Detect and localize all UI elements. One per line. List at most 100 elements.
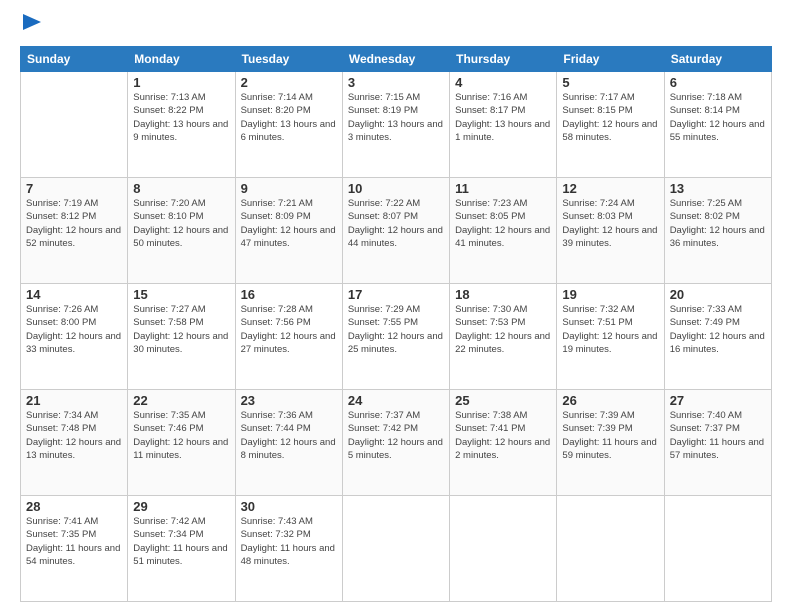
calendar-week-row: 14 Sunrise: 7:26 AM Sunset: 8:00 PM Dayl… bbox=[21, 284, 772, 390]
calendar-cell: 25 Sunrise: 7:38 AM Sunset: 7:41 PM Dayl… bbox=[450, 390, 557, 496]
sunset-text: Sunset: 8:10 PM bbox=[133, 211, 203, 222]
daylight-text: Daylight: 12 hours and 19 minutes. bbox=[562, 331, 657, 355]
calendar-cell: 23 Sunrise: 7:36 AM Sunset: 7:44 PM Dayl… bbox=[235, 390, 342, 496]
sunset-text: Sunset: 7:35 PM bbox=[26, 529, 96, 540]
sunrise-text: Sunrise: 7:34 AM bbox=[26, 410, 98, 421]
daylight-text: Daylight: 13 hours and 9 minutes. bbox=[133, 119, 228, 143]
sunrise-text: Sunrise: 7:38 AM bbox=[455, 410, 527, 421]
calendar-cell bbox=[450, 496, 557, 602]
calendar-cell: 4 Sunrise: 7:16 AM Sunset: 8:17 PM Dayli… bbox=[450, 72, 557, 178]
sunset-text: Sunset: 7:49 PM bbox=[670, 317, 740, 328]
day-info: Sunrise: 7:18 AM Sunset: 8:14 PM Dayligh… bbox=[670, 91, 766, 144]
sunrise-text: Sunrise: 7:36 AM bbox=[241, 410, 313, 421]
day-info: Sunrise: 7:33 AM Sunset: 7:49 PM Dayligh… bbox=[670, 303, 766, 356]
daylight-text: Daylight: 12 hours and 25 minutes. bbox=[348, 331, 443, 355]
sunrise-text: Sunrise: 7:41 AM bbox=[26, 516, 98, 527]
sunrise-text: Sunrise: 7:26 AM bbox=[26, 304, 98, 315]
day-number: 10 bbox=[348, 181, 444, 196]
day-info: Sunrise: 7:21 AM Sunset: 8:09 PM Dayligh… bbox=[241, 197, 337, 250]
day-number: 13 bbox=[670, 181, 766, 196]
day-number: 4 bbox=[455, 75, 551, 90]
header bbox=[20, 16, 772, 36]
sunset-text: Sunset: 8:12 PM bbox=[26, 211, 96, 222]
daylight-text: Daylight: 11 hours and 59 minutes. bbox=[562, 437, 656, 461]
daylight-text: Daylight: 12 hours and 47 minutes. bbox=[241, 225, 336, 249]
sunset-text: Sunset: 7:39 PM bbox=[562, 423, 632, 434]
calendar-cell: 27 Sunrise: 7:40 AM Sunset: 7:37 PM Dayl… bbox=[664, 390, 771, 496]
sunset-text: Sunset: 7:51 PM bbox=[562, 317, 632, 328]
day-info: Sunrise: 7:34 AM Sunset: 7:48 PM Dayligh… bbox=[26, 409, 122, 462]
calendar-cell: 12 Sunrise: 7:24 AM Sunset: 8:03 PM Dayl… bbox=[557, 178, 664, 284]
logo-text bbox=[20, 16, 41, 36]
daylight-text: Daylight: 12 hours and 44 minutes. bbox=[348, 225, 443, 249]
calendar-cell: 17 Sunrise: 7:29 AM Sunset: 7:55 PM Dayl… bbox=[342, 284, 449, 390]
weekday-header: Wednesday bbox=[342, 47, 449, 72]
calendar-cell: 13 Sunrise: 7:25 AM Sunset: 8:02 PM Dayl… bbox=[664, 178, 771, 284]
daylight-text: Daylight: 12 hours and 36 minutes. bbox=[670, 225, 765, 249]
sunrise-text: Sunrise: 7:15 AM bbox=[348, 92, 420, 103]
day-number: 9 bbox=[241, 181, 337, 196]
day-number: 12 bbox=[562, 181, 658, 196]
daylight-text: Daylight: 11 hours and 48 minutes. bbox=[241, 543, 335, 567]
sunrise-text: Sunrise: 7:29 AM bbox=[348, 304, 420, 315]
weekday-header: Monday bbox=[128, 47, 235, 72]
daylight-text: Daylight: 12 hours and 50 minutes. bbox=[133, 225, 228, 249]
calendar-cell: 28 Sunrise: 7:41 AM Sunset: 7:35 PM Dayl… bbox=[21, 496, 128, 602]
day-info: Sunrise: 7:24 AM Sunset: 8:03 PM Dayligh… bbox=[562, 197, 658, 250]
sunrise-text: Sunrise: 7:42 AM bbox=[133, 516, 205, 527]
weekday-header: Friday bbox=[557, 47, 664, 72]
calendar-week-row: 28 Sunrise: 7:41 AM Sunset: 7:35 PM Dayl… bbox=[21, 496, 772, 602]
weekday-header: Saturday bbox=[664, 47, 771, 72]
day-info: Sunrise: 7:41 AM Sunset: 7:35 PM Dayligh… bbox=[26, 515, 122, 568]
calendar-cell: 30 Sunrise: 7:43 AM Sunset: 7:32 PM Dayl… bbox=[235, 496, 342, 602]
sunrise-text: Sunrise: 7:35 AM bbox=[133, 410, 205, 421]
sunset-text: Sunset: 8:05 PM bbox=[455, 211, 525, 222]
sunset-text: Sunset: 7:44 PM bbox=[241, 423, 311, 434]
day-number: 29 bbox=[133, 499, 229, 514]
calendar-cell: 24 Sunrise: 7:37 AM Sunset: 7:42 PM Dayl… bbox=[342, 390, 449, 496]
daylight-text: Daylight: 12 hours and 30 minutes. bbox=[133, 331, 228, 355]
calendar-cell: 2 Sunrise: 7:14 AM Sunset: 8:20 PM Dayli… bbox=[235, 72, 342, 178]
sunset-text: Sunset: 8:15 PM bbox=[562, 105, 632, 116]
day-info: Sunrise: 7:15 AM Sunset: 8:19 PM Dayligh… bbox=[348, 91, 444, 144]
day-info: Sunrise: 7:27 AM Sunset: 7:58 PM Dayligh… bbox=[133, 303, 229, 356]
daylight-text: Daylight: 12 hours and 13 minutes. bbox=[26, 437, 121, 461]
sunrise-text: Sunrise: 7:39 AM bbox=[562, 410, 634, 421]
day-info: Sunrise: 7:42 AM Sunset: 7:34 PM Dayligh… bbox=[133, 515, 229, 568]
sunrise-text: Sunrise: 7:20 AM bbox=[133, 198, 205, 209]
sunset-text: Sunset: 7:48 PM bbox=[26, 423, 96, 434]
sunrise-text: Sunrise: 7:18 AM bbox=[670, 92, 742, 103]
sunrise-text: Sunrise: 7:32 AM bbox=[562, 304, 634, 315]
sunset-text: Sunset: 8:22 PM bbox=[133, 105, 203, 116]
day-number: 26 bbox=[562, 393, 658, 408]
day-info: Sunrise: 7:22 AM Sunset: 8:07 PM Dayligh… bbox=[348, 197, 444, 250]
sunset-text: Sunset: 8:19 PM bbox=[348, 105, 418, 116]
day-number: 5 bbox=[562, 75, 658, 90]
sunset-text: Sunset: 8:03 PM bbox=[562, 211, 632, 222]
day-number: 28 bbox=[26, 499, 122, 514]
calendar-cell bbox=[664, 496, 771, 602]
calendar-week-row: 7 Sunrise: 7:19 AM Sunset: 8:12 PM Dayli… bbox=[21, 178, 772, 284]
daylight-text: Daylight: 12 hours and 8 minutes. bbox=[241, 437, 336, 461]
daylight-text: Daylight: 13 hours and 1 minute. bbox=[455, 119, 550, 143]
day-info: Sunrise: 7:14 AM Sunset: 8:20 PM Dayligh… bbox=[241, 91, 337, 144]
day-info: Sunrise: 7:36 AM Sunset: 7:44 PM Dayligh… bbox=[241, 409, 337, 462]
daylight-text: Daylight: 12 hours and 11 minutes. bbox=[133, 437, 228, 461]
sunrise-text: Sunrise: 7:23 AM bbox=[455, 198, 527, 209]
daylight-text: Daylight: 12 hours and 16 minutes. bbox=[670, 331, 765, 355]
sunrise-text: Sunrise: 7:33 AM bbox=[670, 304, 742, 315]
day-number: 15 bbox=[133, 287, 229, 302]
daylight-text: Daylight: 12 hours and 22 minutes. bbox=[455, 331, 550, 355]
sunset-text: Sunset: 7:55 PM bbox=[348, 317, 418, 328]
daylight-text: Daylight: 12 hours and 39 minutes. bbox=[562, 225, 657, 249]
calendar-table: SundayMondayTuesdayWednesdayThursdayFrid… bbox=[20, 46, 772, 602]
sunrise-text: Sunrise: 7:21 AM bbox=[241, 198, 313, 209]
calendar-cell: 10 Sunrise: 7:22 AM Sunset: 8:07 PM Dayl… bbox=[342, 178, 449, 284]
sunrise-text: Sunrise: 7:30 AM bbox=[455, 304, 527, 315]
day-number: 19 bbox=[562, 287, 658, 302]
sunrise-text: Sunrise: 7:22 AM bbox=[348, 198, 420, 209]
sunset-text: Sunset: 7:56 PM bbox=[241, 317, 311, 328]
day-number: 11 bbox=[455, 181, 551, 196]
sunset-text: Sunset: 8:07 PM bbox=[348, 211, 418, 222]
day-number: 3 bbox=[348, 75, 444, 90]
